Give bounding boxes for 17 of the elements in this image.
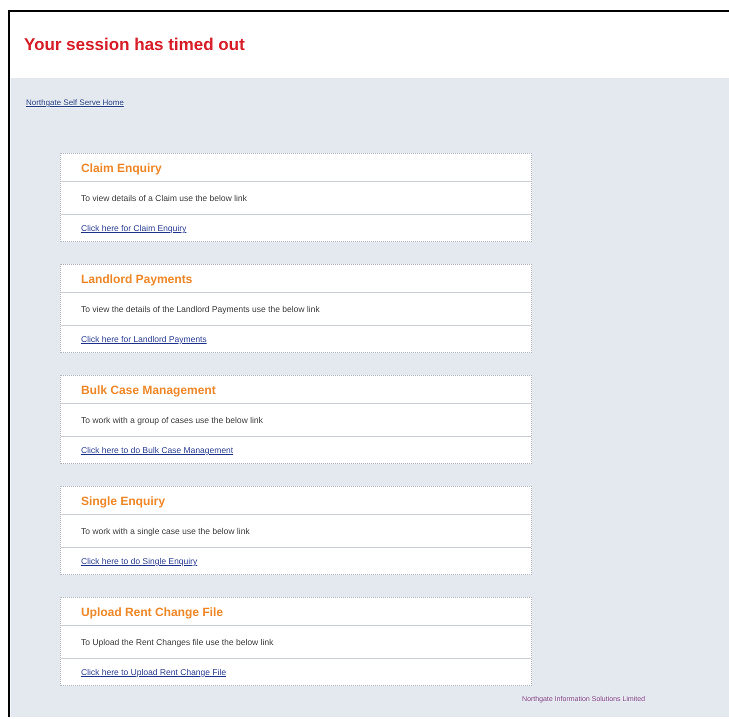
section-description: To view the details of the Landlord Payments use the below link [81, 304, 320, 314]
section-link[interactable]: Click here for Landlord Payments [81, 334, 207, 344]
section-heading: Upload Rent Change File [81, 604, 224, 618]
section-heading: Bulk Case Management [81, 382, 216, 396]
section-description: To view details of a Claim use the below link [81, 193, 247, 203]
section-heading: Landlord Payments [81, 272, 192, 286]
section-link[interactable]: Click here to Upload Rent Change File [81, 667, 226, 677]
section-link[interactable]: Click here to do Single Enquiry [81, 556, 198, 566]
section-heading: Single Enquiry [81, 494, 166, 508]
page-title: Your session has timed out [24, 35, 245, 55]
home-link[interactable]: Northgate Self Serve Home [26, 98, 124, 107]
section-description: To work with a single case use the below link [81, 526, 250, 536]
section-description: To work with a group of cases use the below link [81, 415, 263, 425]
section-description: To Upload the Rent Changes file use the below link [81, 637, 274, 647]
section-link[interactable]: Click here for Claim Enquiry [81, 223, 186, 233]
section-heading: Claim Enquiry [81, 160, 162, 174]
section-link[interactable]: Click here to do Bulk Case Management [81, 445, 234, 455]
